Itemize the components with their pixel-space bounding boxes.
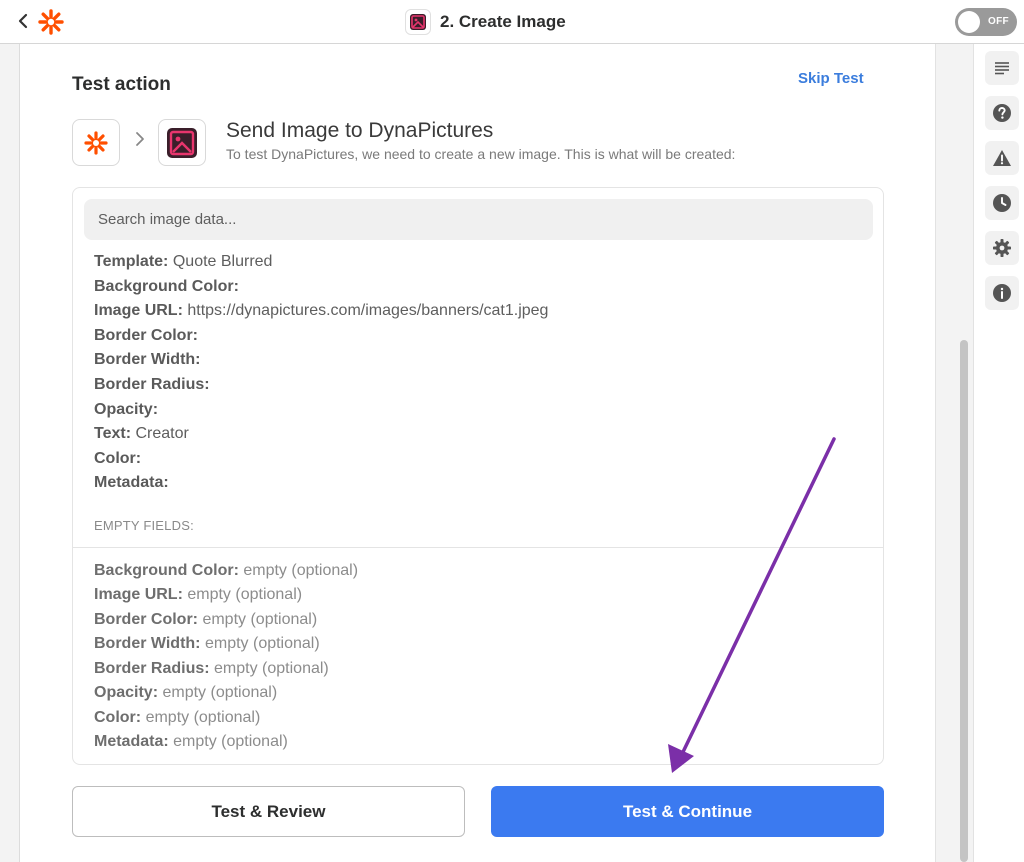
- field-row: Template: Quote Blurred: [94, 253, 273, 270]
- action-app-icon: [158, 119, 206, 166]
- settings-icon[interactable]: [985, 231, 1019, 265]
- trigger-app-icon: [72, 119, 120, 166]
- field-row: Text: Creator: [94, 425, 189, 442]
- info-icon[interactable]: [985, 276, 1019, 310]
- empty-field-row: Border Width: empty (optional): [94, 635, 320, 652]
- empty-field-row: Metadata: empty (optional): [94, 733, 288, 750]
- empty-field-row: Border Radius: empty (optional): [94, 660, 329, 677]
- top-bar: 2. Create Image OFF: [0, 0, 1024, 44]
- left-gutter: [0, 44, 20, 862]
- history-icon[interactable]: [985, 186, 1019, 220]
- empty-field-row: Border Color: empty (optional): [94, 611, 318, 628]
- page-title: 2. Create Image: [440, 12, 566, 31]
- image-data-panel: [72, 187, 884, 765]
- toggle-label: OFF: [988, 16, 1009, 27]
- zapier-logo-icon[interactable]: [38, 9, 64, 35]
- right-sidebar: [975, 44, 1024, 862]
- toggle-knob: [958, 11, 980, 33]
- field-row: Border Color:: [94, 327, 198, 344]
- field-row: Opacity:: [94, 401, 159, 418]
- back-chevron-icon[interactable]: [16, 10, 34, 34]
- scrollbar-thumb[interactable]: [960, 340, 968, 862]
- scroll-track: [935, 44, 974, 862]
- zap-on-off-toggle[interactable]: OFF: [955, 8, 1017, 36]
- divider: [73, 547, 883, 548]
- help-icon[interactable]: [985, 96, 1019, 130]
- search-input[interactable]: [84, 199, 873, 240]
- alert-icon[interactable]: [985, 141, 1019, 175]
- field-row: Background Color:: [94, 278, 239, 295]
- section-title: Test action: [72, 74, 171, 95]
- field-row: Border Width:: [94, 351, 201, 368]
- skip-test-link[interactable]: Skip Test: [798, 70, 864, 87]
- empty-field-row: Image URL: empty (optional): [94, 586, 303, 603]
- dynapictures-icon: [167, 127, 197, 158]
- empty-field-row: Opacity: empty (optional): [94, 684, 278, 701]
- chevron-right-icon: [134, 130, 146, 154]
- zapier-asterisk-icon: [84, 130, 108, 155]
- field-row: Border Radius:: [94, 376, 210, 393]
- empty-field-row: Color: empty (optional): [94, 709, 261, 726]
- test-and-review-button[interactable]: Test & Review: [72, 786, 465, 837]
- field-row: Image URL: https://dynapictures.com/imag…: [94, 302, 549, 319]
- empty-field-row: Background Color: empty (optional): [94, 562, 359, 579]
- test-and-continue-button[interactable]: Test & Continue: [491, 786, 884, 837]
- step-subtitle: To test DynaPictures, we need to create …: [226, 146, 736, 162]
- details-icon[interactable]: [985, 51, 1019, 85]
- step-title: Send Image to DynaPictures: [226, 119, 494, 142]
- dynapictures-app-icon: [405, 9, 431, 35]
- empty-fields-heading: EMPTY FIELDS:: [94, 518, 194, 533]
- field-row: Metadata:: [94, 474, 169, 491]
- field-row: Color:: [94, 450, 142, 467]
- page-title-group: 2. Create Image: [405, 8, 566, 36]
